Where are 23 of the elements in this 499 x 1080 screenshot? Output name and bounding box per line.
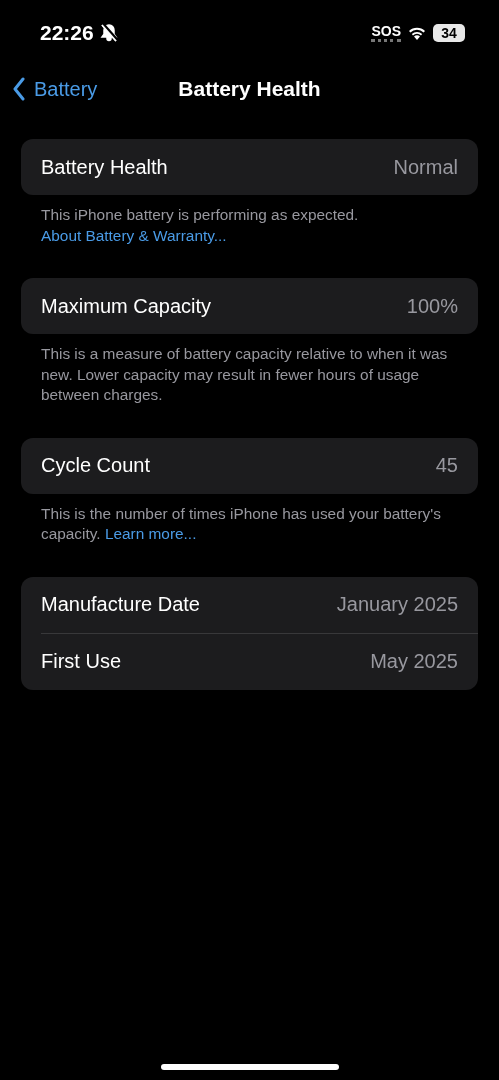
muted-bell-icon — [99, 23, 118, 43]
section-footnote: This is the number of times iPhone has used your battery's capacity. Learn more... — [40, 503, 442, 544]
row-value: May 2025 — [370, 650, 458, 673]
back-button[interactable]: Battery — [0, 77, 98, 101]
chevron-left-icon — [12, 77, 26, 101]
status-time: 22:26 — [40, 21, 94, 45]
learn-more-link[interactable]: About Battery & Warranty... — [41, 226, 227, 244]
row-value: Normal — [393, 155, 458, 179]
row-label: Manufacture Date — [41, 593, 200, 616]
wifi-icon — [407, 25, 427, 41]
row-value: January 2025 — [336, 593, 458, 616]
row-label: Cycle Count — [41, 454, 150, 477]
row-label: Battery Health — [41, 155, 168, 179]
row-label: First Use — [41, 650, 121, 673]
row-value: 100% — [406, 294, 458, 318]
learn-more-link[interactable]: Learn more... — [104, 525, 197, 542]
battery-indicator: 34 — [433, 24, 465, 42]
section-footnote: This is a measure of battery capacity relative to when it was new. Lower capacity may result in fewer hours of usage between charges. — [40, 344, 449, 405]
sos-indicator: SOS — [371, 24, 401, 42]
section-footnote: This iPhone battery is performing as expected. About Battery & Warranty... — [40, 205, 360, 246]
row-label: Maximum Capacity — [41, 294, 212, 318]
row-value: 45 — [435, 454, 458, 477]
page-title: Battery Health — [178, 77, 321, 101]
